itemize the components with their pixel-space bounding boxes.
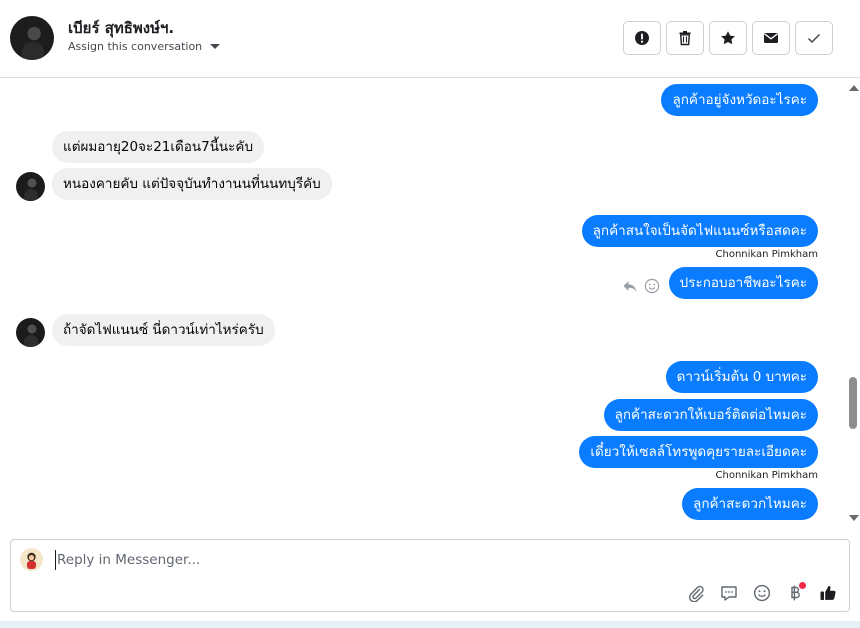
reply-input[interactable] (55, 550, 655, 570)
smiley-react-icon[interactable] (644, 278, 660, 294)
notification-dot (799, 582, 806, 589)
message-outgoing[interactable]: ประกอบอาชีพอะไรคะ (668, 267, 818, 299)
message-outgoing[interactable]: ลูกค้าสนใจเป็นจัดไฟแนนซ์หรือสดคะ (581, 215, 818, 247)
star-icon (721, 31, 735, 45)
send-like-button[interactable] (817, 582, 839, 604)
mark-done-button[interactable] (795, 21, 833, 55)
message-incoming[interactable]: แต่ผมอายุ20จะ21เดือน7นี้นะคับ (52, 131, 265, 163)
alert-icon (635, 31, 649, 45)
thumbs-up-icon (820, 585, 836, 600)
mark-spam-button[interactable] (623, 21, 661, 55)
message-incoming[interactable]: ถ้าจัดไฟแนนซ์ นี่ดาวน์เท่าไหร่ครับ (52, 314, 275, 346)
message-outgoing[interactable]: เดี๋ยวให้เซลล์โทรพูดคุยรายละเอียดคะ (579, 436, 818, 468)
sender-label: Chonnikan Pimkham (715, 249, 818, 260)
emoji-button[interactable] (751, 582, 773, 604)
message-outgoing[interactable]: ลูกค้าสะดวกไหมคะ (682, 488, 818, 520)
bottom-edge (0, 621, 860, 628)
smiley-icon (753, 584, 771, 602)
attach-button[interactable] (685, 582, 707, 604)
comment-icon (721, 586, 737, 601)
page-avatar-icon (20, 548, 43, 571)
contact-name[interactable]: เบียร์ สุทธิพงษ์ฯ. (68, 16, 174, 40)
scroll-thumb[interactable] (849, 377, 857, 429)
scroll-up-icon[interactable] (849, 85, 859, 91)
paperclip-icon (688, 585, 704, 602)
reply-icon[interactable] (622, 278, 638, 294)
contact-avatar-small (16, 172, 45, 201)
message-actions (622, 278, 660, 294)
contact-avatar-small (16, 318, 45, 347)
trash-icon (679, 31, 691, 46)
saved-replies-button[interactable] (718, 582, 740, 604)
star-button[interactable] (709, 21, 747, 55)
conversation-header: เบียร์ สุทธิพงษ์ฯ. Assign this conversat… (0, 0, 860, 78)
scroll-down-icon[interactable] (849, 515, 859, 521)
thread-scrollbar[interactable] (846, 79, 860, 527)
message-incoming[interactable]: หนองคายคับ แต่ปัจจุบันทำงานนที่นนทบุรีคั… (52, 168, 332, 200)
contact-avatar[interactable] (10, 16, 54, 60)
page-avatar (20, 548, 43, 571)
assign-label: Assign this conversation (68, 40, 203, 53)
message-outgoing[interactable]: ลูกค้าอยู่จังหวัดอะไรคะ (661, 84, 818, 116)
payment-button[interactable] (784, 582, 806, 604)
message-outgoing[interactable]: ดาวน์เริ่มต้น 0 บาทคะ (665, 361, 818, 393)
check-icon (807, 33, 821, 44)
reply-composer (10, 539, 850, 612)
mail-icon (764, 33, 778, 43)
sender-label: Chonnikan Pimkham (715, 470, 818, 481)
caret-down-icon (210, 44, 221, 49)
delete-button[interactable] (666, 21, 704, 55)
header-actions (623, 21, 833, 55)
mark-unread-button[interactable] (752, 21, 790, 55)
message-outgoing[interactable]: ลูกค้าสะดวกให้เบอร์ติดต่อไหมคะ (603, 399, 818, 431)
assign-conversation-dropdown[interactable]: Assign this conversation (68, 40, 221, 53)
message-thread[interactable]: ลูกค้าอยู่จังหวัดอะไรคะ แต่ผมอายุ20จะ21เ… (0, 79, 846, 529)
messenger-inbox: เบียร์ สุทธิพงษ์ฯ. Assign this conversat… (0, 0, 860, 628)
composer-toolbar (685, 582, 839, 604)
